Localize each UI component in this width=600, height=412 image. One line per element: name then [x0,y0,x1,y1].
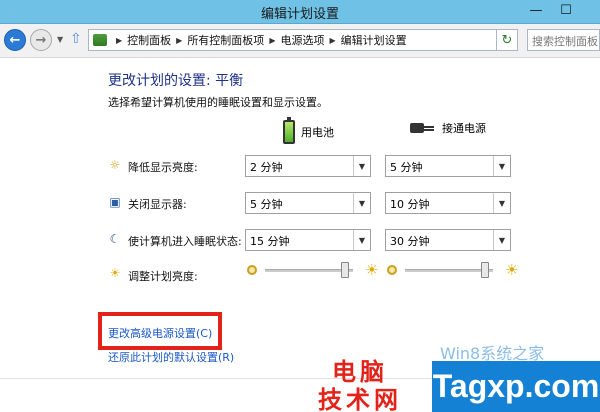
advanced-settings-link[interactable]: 更改高级电源设置(C) [108,325,212,341]
watermark-logo: Tagxp.com [432,361,600,412]
control-panel-icon [93,34,107,46]
dim-display-plugged-value: 5 分钟 [390,161,423,174]
up-arrow-icon[interactable]: ⇧ [70,31,82,47]
moon-icon: ☾ [109,232,121,246]
address-bar[interactable]: ▶ 控制面板 ▶ 所有控制面板项 ▶ 电源选项 ▶ 编辑计划设置 ▼ [88,29,518,51]
dim-sun-icon [387,265,397,275]
chevron-down-icon[interactable]: ▼ [353,193,370,213]
restore-defaults-link[interactable]: 还原此计划的默认设置(R) [108,349,234,365]
turn-off-display-battery-select[interactable]: 5 分钟 ▼ [245,192,371,214]
battery-column-header: 用电池 [283,117,334,144]
power-plug-icon [410,121,434,135]
battery-column-label: 用电池 [301,126,334,139]
slider-track[interactable] [405,269,493,272]
turn-off-display-plugged-value: 10 分钟 [390,198,430,211]
dim-display-icon: ☼ [109,158,121,172]
breadcrumb-edit-plan[interactable]: 编辑计划设置 [341,32,407,48]
breadcrumb-control-panel[interactable]: 控制面板 [127,32,171,48]
bright-sun-icon: ☀ [505,261,519,279]
chevron-down-icon[interactable]: ▼ [493,230,510,250]
title-bar: 编辑计划设置 — ☐ [0,0,600,24]
slider-thumb[interactable] [341,262,349,278]
page-subtitle: 选择希望计算机使用的睡眠设置和显示设置。 [108,96,328,109]
dim-display-battery-value: 2 分钟 [250,161,283,174]
brightness-label: 调整计划亮度: [128,270,198,283]
dim-display-plugged-select[interactable]: 5 分钟 ▼ [385,155,511,177]
chevron-down-icon[interactable]: ▼ [353,156,370,176]
monitor-icon: ▣ [109,195,121,209]
forward-arrow-icon[interactable]: → [30,29,52,51]
dim-display-battery-select[interactable]: 2 分钟 ▼ [245,155,371,177]
maximize-button[interactable]: ☐ [553,0,579,20]
breadcrumb-separator-icon[interactable]: ▶ [176,36,182,45]
breadcrumb-separator-icon[interactable]: ▶ [329,36,335,45]
back-arrow-icon[interactable]: ← [4,29,26,51]
watermark-cn-bottom: 技术网 [318,385,402,412]
turn-off-display-label: 关闭显示器: [128,198,187,211]
page-title: 更改计划的设置: 平衡 [108,73,244,89]
chevron-down-icon[interactable]: ▼ [493,156,510,176]
window-title: 编辑计划设置 [260,7,339,22]
dim-sun-icon [247,265,257,275]
navigation-bar: ← → ▼ ⇧ ▶ 控制面板 ▶ 所有控制面板项 ▶ 电源选项 ▶ 编辑计划设置… [0,24,600,58]
chevron-down-icon[interactable]: ▼ [353,230,370,250]
sleep-battery-select[interactable]: 15 分钟 ▼ [245,229,371,251]
search-input[interactable]: 搜索控制面板 [527,29,600,51]
breadcrumb-separator-icon[interactable]: ▶ [269,36,275,45]
breadcrumb-power-options[interactable]: 电源选项 [280,32,324,48]
battery-icon [283,117,295,144]
minimize-button[interactable]: — [523,0,549,20]
dim-display-label: 降低显示亮度: [128,161,198,174]
turn-off-display-plugged-select[interactable]: 10 分钟 ▼ [385,192,511,214]
refresh-icon[interactable]: ↻ [496,29,518,51]
bright-sun-icon: ☀ [365,261,379,279]
slider-track[interactable] [265,269,353,272]
chevron-down-icon[interactable]: ▼ [493,193,510,213]
slider-thumb[interactable] [481,262,489,278]
sleep-plugged-value: 30 分钟 [390,235,430,248]
sleep-label: 使计算机进入睡眠状态: [128,235,242,248]
plugged-column-header: 接通电源 [410,120,486,136]
breadcrumb-all-items[interactable]: 所有控制面板项 [187,32,264,48]
sleep-battery-value: 15 分钟 [250,235,290,248]
brightness-plugged-slider[interactable]: ☀ [387,262,522,280]
brightness-icon: ☀ [109,266,121,280]
turn-off-display-battery-value: 5 分钟 [250,198,283,211]
brightness-battery-slider[interactable]: ☀ [247,262,382,280]
breadcrumb-separator-icon[interactable]: ▶ [116,36,122,45]
plugged-column-label: 接通电源 [442,122,486,135]
recent-pages-chevron-icon[interactable]: ▼ [57,35,63,44]
sleep-plugged-select[interactable]: 30 分钟 ▼ [385,229,511,251]
